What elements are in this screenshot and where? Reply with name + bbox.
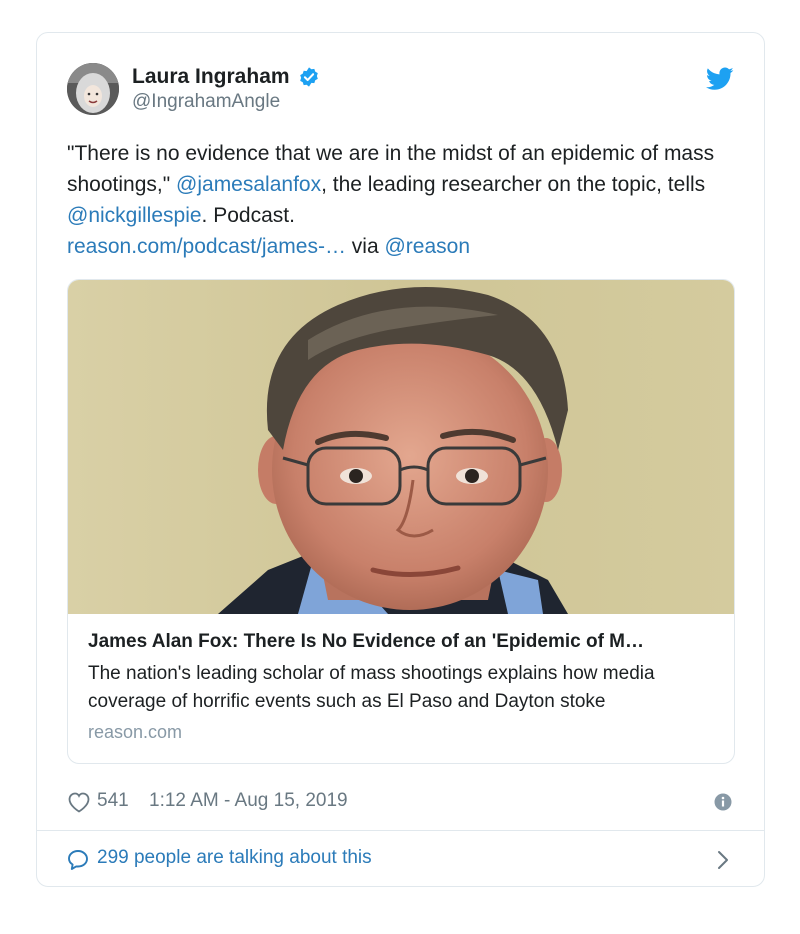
avatar[interactable]	[67, 63, 119, 115]
speech-bubble-icon	[67, 849, 89, 871]
mention-jamesalanfox[interactable]: @jamesalanfox	[176, 173, 321, 196]
tweet-text-part: . Podcast.	[201, 204, 295, 227]
tweet-link[interactable]: reason.com/podcast/james-…	[67, 235, 346, 258]
conversation-link[interactable]: 299 people are talking about this	[97, 847, 372, 869]
like-count[interactable]: 541	[97, 790, 129, 812]
card-domain: reason.com	[88, 722, 183, 742]
tweet-embed: Laura Ingraham @IngrahamAngle "There is …	[36, 32, 765, 887]
twitter-bird-icon[interactable]	[705, 67, 734, 91]
info-icon[interactable]	[714, 793, 732, 811]
card-description: The nation's leading scholar of mass sho…	[88, 663, 655, 712]
card-body: James Alan Fox: There Is No Evidence of …	[88, 629, 714, 743]
verified-check-icon	[298, 66, 320, 88]
card-title[interactable]: James Alan Fox: There Is No Evidence of …	[88, 629, 714, 655]
mention-reason[interactable]: @reason	[384, 235, 470, 258]
tweet-text-part: via	[345, 235, 385, 258]
conversation-footer[interactable]: 299 people are talking about this	[67, 843, 730, 875]
display-name[interactable]: Laura Ingraham	[132, 65, 290, 89]
author-names: Laura Ingraham @IngrahamAngle	[132, 65, 320, 113]
timestamp[interactable]: 1:12 AM - Aug 15, 2019	[149, 790, 348, 812]
tweet-text: "There is no evidence that we are in the…	[67, 138, 747, 262]
divider	[37, 830, 764, 831]
tweet-header: Laura Ingraham @IngrahamAngle	[67, 63, 734, 119]
tweet-text-part: , the leading researcher on the topic, t…	[321, 173, 706, 196]
heart-icon[interactable]	[67, 791, 91, 813]
chevron-right-icon[interactable]	[716, 849, 730, 871]
tweet-meta: 541 1:12 AM - Aug 15, 2019	[67, 788, 732, 818]
author-handle[interactable]: @IngrahamAngle	[132, 91, 320, 113]
mention-nickgillespie[interactable]: @nickgillespie	[67, 204, 202, 227]
link-card[interactable]: James Alan Fox: There Is No Evidence of …	[67, 279, 735, 764]
card-image[interactable]	[68, 280, 734, 614]
